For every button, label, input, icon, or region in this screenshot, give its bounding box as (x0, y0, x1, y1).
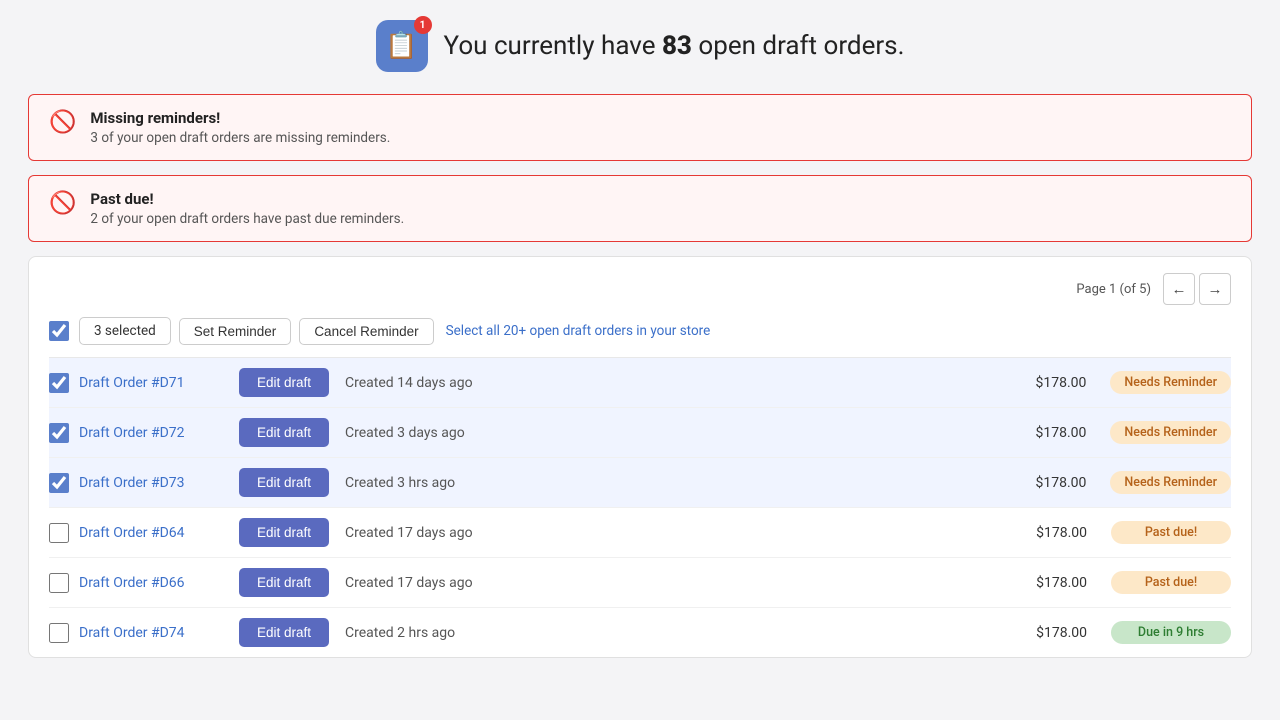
app-icon-badge: 1 (414, 16, 432, 34)
toolbar-row: 3 selected Set Reminder Cancel Reminder … (49, 317, 1231, 358)
order-amount: $178.00 (986, 475, 1086, 491)
row-checkbox[interactable] (49, 423, 69, 443)
edit-draft-button[interactable]: Edit draft (239, 418, 329, 447)
select-all-checkbox[interactable] (49, 321, 69, 341)
status-badge: Needs Reminder (1110, 371, 1231, 394)
title-suffix: open draft orders. (692, 31, 905, 61)
select-all-link[interactable]: Select all 20+ open draft orders in your… (446, 323, 711, 339)
status-badge: Past due! (1111, 521, 1231, 544)
order-link[interactable]: Draft Order #D72 (79, 425, 239, 441)
alert-title: Past due! (90, 190, 404, 208)
row-checkbox[interactable] (49, 523, 69, 543)
order-created: Created 14 days ago (345, 375, 986, 391)
orders-table-card: Page 1 (of 5) ← → 3 selected Set Reminde… (28, 256, 1252, 658)
table-row: Draft Order #D71 Edit draft Created 14 d… (49, 358, 1231, 408)
order-amount: $178.00 (986, 375, 1086, 391)
order-created: Created 17 days ago (345, 525, 987, 541)
page-header: 📋 1 You currently have 83 open draft ord… (28, 20, 1252, 72)
table-row: Draft Order #D64 Edit draft Created 17 d… (49, 508, 1231, 558)
order-amount: $178.00 (987, 525, 1087, 541)
cancel-reminder-button[interactable]: Cancel Reminder (299, 318, 433, 345)
table-row: Draft Order #D74 Edit draft Created 2 hr… (49, 608, 1231, 657)
edit-draft-button[interactable]: Edit draft (239, 518, 329, 547)
order-created: Created 17 days ago (345, 575, 987, 591)
row-checkbox[interactable] (49, 573, 69, 593)
table-row: Draft Order #D72 Edit draft Created 3 da… (49, 408, 1231, 458)
order-amount: $178.00 (986, 425, 1086, 441)
pagination-next-button[interactable]: → (1199, 273, 1231, 305)
pagination-prev-button[interactable]: ← (1163, 273, 1195, 305)
edit-draft-button[interactable]: Edit draft (239, 368, 329, 397)
alerts-container: 🚫 Missing reminders! 3 of your open draf… (28, 94, 1252, 242)
order-link[interactable]: Draft Order #D74 (79, 625, 239, 641)
row-checkbox[interactable] (49, 623, 69, 643)
edit-draft-button[interactable]: Edit draft (239, 468, 329, 497)
row-checkbox[interactable] (49, 473, 69, 493)
selected-count-badge: 3 selected (79, 317, 171, 345)
alert-past-due: 🚫 Past due! 2 of your open draft orders … (28, 175, 1252, 242)
order-link[interactable]: Draft Order #D66 (79, 575, 239, 591)
alert-title: Missing reminders! (90, 109, 390, 127)
order-link[interactable]: Draft Order #D71 (79, 375, 239, 391)
pagination-row: Page 1 (of 5) ← → (49, 273, 1231, 305)
order-created: Created 3 days ago (345, 425, 986, 441)
orders-container: Draft Order #D71 Edit draft Created 14 d… (49, 358, 1231, 657)
alert-description: 3 of your open draft orders are missing … (90, 130, 390, 146)
table-row: Draft Order #D66 Edit draft Created 17 d… (49, 558, 1231, 608)
order-link[interactable]: Draft Order #D64 (79, 525, 239, 541)
alert-icon: 🚫 (49, 191, 76, 216)
order-link[interactable]: Draft Order #D73 (79, 475, 239, 491)
order-created: Created 2 hrs ago (345, 625, 987, 641)
order-count: 83 (662, 31, 692, 61)
set-reminder-button[interactable]: Set Reminder (179, 318, 292, 345)
page-title: You currently have 83 open draft orders. (444, 31, 905, 61)
alert-missing-reminders: 🚫 Missing reminders! 3 of your open draf… (28, 94, 1252, 161)
alert-description: 2 of your open draft orders have past du… (90, 211, 404, 227)
title-prefix: You currently have (444, 31, 662, 61)
order-created: Created 3 hrs ago (345, 475, 986, 491)
edit-draft-button[interactable]: Edit draft (239, 618, 329, 647)
row-checkbox[interactable] (49, 373, 69, 393)
pagination-info: Page 1 (of 5) (1076, 282, 1151, 297)
status-badge: Past due! (1111, 571, 1231, 594)
status-badge: Needs Reminder (1110, 471, 1231, 494)
app-icon: 📋 1 (376, 20, 428, 72)
order-amount: $178.00 (987, 625, 1087, 641)
order-amount: $178.00 (987, 575, 1087, 591)
status-badge: Needs Reminder (1110, 421, 1231, 444)
table-row: Draft Order #D73 Edit draft Created 3 hr… (49, 458, 1231, 508)
alert-icon: 🚫 (49, 110, 76, 135)
status-badge: Due in 9 hrs (1111, 621, 1231, 644)
edit-draft-button[interactable]: Edit draft (239, 568, 329, 597)
